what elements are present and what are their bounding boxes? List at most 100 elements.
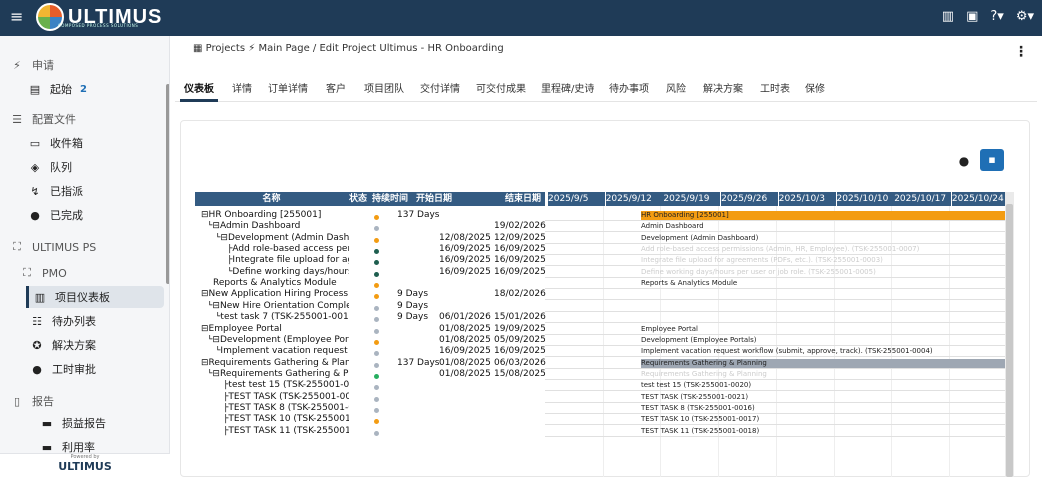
menu-icon[interactable]: ≡ — [10, 8, 23, 26]
sidebar-item-3[interactable]: ▭ 收件箱 — [0, 132, 83, 154]
sidebar-item-0[interactable]: ⚡ 申请 — [0, 54, 54, 76]
sidebar-item-1[interactable]: ▤ 起始 2 — [0, 78, 87, 100]
tab-2[interactable]: 订单详情 — [268, 80, 308, 95]
help-icon[interactable]: ?▾ — [990, 9, 1003, 24]
task-name[interactable]: └⊟Requirements Gathering & Planning — [207, 369, 349, 380]
sitemap-icon: ⛶ — [23, 266, 31, 279]
table-row[interactable]: ├Integrate file upload for agreements 16/… — [197, 255, 546, 266]
sidebar-scrollbar[interactable] — [166, 84, 169, 284]
task-name[interactable]: ├TEST TASK 8 (TSK-255001-0016) — [223, 403, 349, 414]
task-name[interactable]: ├test test 15 (TSK-255001-0020) — [223, 380, 349, 391]
table-row[interactable]: └test task 7 (TSK-255001-0018) 9 Days 06/0… — [197, 312, 546, 323]
tree-toggle-icon[interactable]: └⊟ — [207, 369, 220, 379]
table-row[interactable]: Reports & Analytics Module — [197, 278, 545, 289]
table-row[interactable]: ├TEST TASK 11 (TSK-255001-0018) — [197, 426, 545, 437]
table-row[interactable]: └⊟Development (Admin Dashboard) 12/08/202… — [197, 233, 546, 244]
table-row[interactable]: ⊟New Application Hiring Process 9 Days 18/… — [197, 289, 546, 300]
task-name[interactable]: ├TEST TASK 10 (TSK-255001-0017) — [223, 414, 349, 425]
task-name[interactable]: ├TEST TASK 11 (TSK-255001-0018) — [223, 426, 349, 437]
table-row[interactable]: ⊟Employee Portal 01/08/2025 19/09/2025 — [197, 324, 546, 335]
table-row[interactable]: └⊟Development (Employee Portals) 01/08/20… — [197, 335, 546, 346]
tab-3[interactable]: 客户 — [326, 80, 346, 95]
tab-0[interactable]: 仪表板 — [184, 80, 214, 95]
task-name[interactable]: └⊟New Hire Orientation Completion — [207, 301, 349, 312]
header-end[interactable]: 结束日期 — [456, 192, 545, 206]
save-button[interactable]: ▪ — [980, 149, 1004, 171]
tree-toggle-icon[interactable]: ⊟ — [201, 289, 209, 299]
sidebar-item-13[interactable]: ▯ 报告 — [0, 390, 54, 412]
table-row[interactable]: └Define working days/hours 16/09/2025 16/0… — [197, 266, 546, 278]
sidebar-item-7[interactable]: ⛶ ULTIMUS PS — [0, 236, 96, 258]
columns-icon[interactable]: ▥ — [942, 9, 954, 24]
task-name[interactable]: ⊟New Application Hiring Process — [201, 289, 349, 300]
tab-6[interactable]: 可交付成果 — [476, 80, 526, 95]
table-row[interactable]: ├TEST TASK 8 (TSK-255001-0016) — [197, 403, 545, 414]
tab-8[interactable]: 待办事项 — [609, 80, 649, 95]
tree-toggle-icon[interactable]: ⊟ — [201, 210, 209, 220]
tab-1[interactable]: 详情 — [232, 80, 252, 95]
sidebar-item-8[interactable]: ⛶ PMO — [0, 262, 67, 284]
sidebar-item-14[interactable]: ▬ 损益报告 — [0, 412, 106, 434]
inbox-icon[interactable]: ▣ — [966, 9, 978, 24]
sidebar-item-12[interactable]: ● 工时审批 — [0, 358, 96, 380]
task-name[interactable]: ⊟Requirements Gathering & Planning — [201, 358, 349, 369]
tab-11[interactable]: 工时表 — [760, 80, 790, 95]
sidebar-item-label: ULTIMUS PS — [32, 240, 97, 254]
table-row[interactable]: └⊟Requirements Gathering & Planning 01/08… — [197, 369, 546, 380]
task-name[interactable]: ├Integrate file upload for agreements — [227, 255, 349, 266]
tab-9[interactable]: 风险 — [666, 80, 686, 95]
sidebar-item-4[interactable]: ◈ 队列 — [0, 156, 72, 178]
sidebar-item-9[interactable]: ▥ 项目仪表板 — [26, 286, 164, 308]
tab-7[interactable]: 里程碑/史诗 — [541, 80, 594, 95]
tree-toggle-icon[interactable]: └⊟ — [215, 233, 228, 243]
status-dot-icon — [374, 317, 379, 323]
sidebar-item-11[interactable]: ✪ 解决方案 — [0, 334, 96, 356]
task-name[interactable]: └Define working days/hours — [227, 267, 349, 278]
start-date-cell: 16/09/2025 — [439, 266, 491, 277]
tree-toggle-icon[interactable]: └⊟ — [207, 301, 220, 311]
task-name[interactable]: └test task 7 (TSK-255001-0018) — [215, 312, 349, 323]
table-row[interactable]: ⊟HR Onboarding [255001] 137 Days — [197, 210, 545, 221]
table-row[interactable]: ├Add role-based access permissions 16/09/… — [197, 244, 546, 255]
history-button[interactable]: ● — [954, 151, 974, 171]
tab-4[interactable]: 项目团队 — [364, 80, 404, 95]
chart-scrollbar-thumb[interactable] — [1006, 204, 1013, 477]
sidebar-item-5[interactable]: ↯ 已指派 — [0, 180, 83, 202]
status-dot-icon — [374, 385, 379, 391]
settings-icon[interactable]: ⚙▾ — [1016, 9, 1034, 24]
header-status[interactable]: 状态 — [348, 192, 368, 206]
sidebar-item-10[interactable]: ☷ 待办列表 — [0, 310, 96, 332]
header-name[interactable]: 名称 — [195, 192, 348, 206]
table-row[interactable]: ├test test 15 (TSK-255001-0020) — [197, 380, 545, 391]
task-name[interactable]: └⊟Development (Employee Portals) — [207, 335, 349, 346]
tab-5[interactable]: 交付详情 — [420, 80, 460, 95]
tree-toggle-icon[interactable]: └⊟ — [207, 221, 220, 231]
more-options-icon[interactable]: ⋮ — [1014, 44, 1028, 60]
tree-toggle-icon[interactable]: ⊟ — [201, 358, 209, 368]
header-start[interactable]: 开始日期 — [412, 192, 456, 206]
task-name[interactable]: └Implement vacation request workflow — [215, 346, 349, 357]
tree-toggle-icon[interactable]: └⊟ — [207, 335, 220, 345]
table-row[interactable]: ├TEST TASK (TSK-255001-0021) — [197, 392, 545, 403]
breadcrumb-projects[interactable]: Projects — [206, 43, 245, 54]
sidebar-item-6[interactable]: ● 已完成 — [0, 204, 83, 226]
tab-12[interactable]: 保修 — [805, 80, 825, 95]
sidebar-item-2[interactable]: ☰ 配置文件 — [0, 108, 76, 130]
task-name[interactable]: ⊟HR Onboarding [255001] — [201, 210, 349, 221]
header-duration[interactable]: 持续时间 — [368, 192, 412, 206]
tree-toggle-icon[interactable]: ⊟ — [201, 324, 209, 334]
task-name[interactable]: ⊟Employee Portal — [201, 324, 349, 335]
task-name[interactable]: ├Add role-based access permissions — [227, 244, 349, 255]
table-row[interactable]: ├TEST TASK 10 (TSK-255001-0017) — [197, 414, 545, 425]
task-name[interactable]: └⊟Development (Admin Dashboard) — [215, 233, 349, 244]
table-row[interactable]: ⊟Requirements Gathering & Planning 137 Da… — [197, 358, 546, 369]
table-row[interactable]: └⊟Admin Dashboard 19/02/2026 — [197, 221, 546, 232]
table-row[interactable]: └Implement vacation request workflow 16/0… — [197, 346, 546, 357]
task-name[interactable]: ├TEST TASK (TSK-255001-0021) — [223, 392, 349, 403]
table-row[interactable]: └⊟New Hire Orientation Completion 9 Days — [197, 301, 545, 312]
task-name[interactable]: Reports & Analytics Module — [213, 278, 349, 289]
breadcrumb: ▦ Projects ⚡ Main Page / Edit Project Ul… — [193, 43, 504, 54]
tab-10[interactable]: 解决方案 — [703, 80, 743, 95]
task-name[interactable]: └⊟Admin Dashboard — [207, 221, 349, 232]
breadcrumb-path[interactable]: Main Page / Edit Project — [258, 43, 376, 54]
